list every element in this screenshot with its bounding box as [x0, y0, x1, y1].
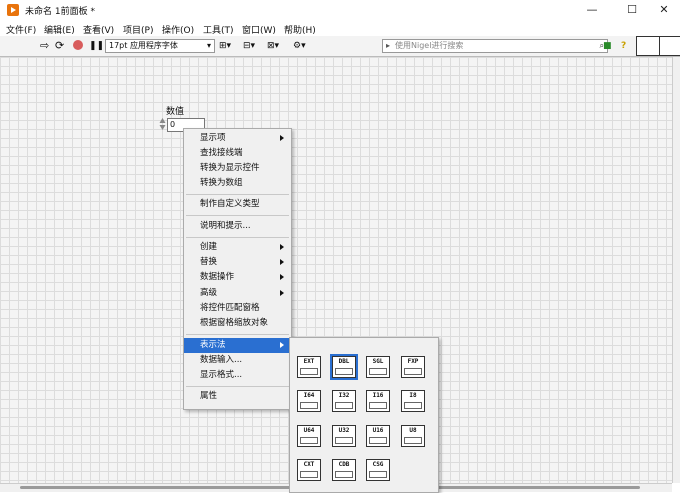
- rep-cdb-icon[interactable]: CDB: [332, 459, 356, 481]
- submenu-arrow-icon: [280, 290, 284, 296]
- minimize-button[interactable]: —: [574, 0, 610, 20]
- rep-csg-icon[interactable]: CSG: [366, 459, 390, 481]
- submenu-arrow-icon: [280, 259, 284, 265]
- submenu-arrow-icon: [280, 274, 284, 280]
- context-menu: 显示项 查找接线端 转换为显示控件 转换为数组 制作自定义类型 说明和提示...…: [183, 128, 292, 410]
- rep-u64-icon[interactable]: U64: [297, 425, 321, 447]
- abort-icon[interactable]: [73, 40, 83, 50]
- toolbar: ⇨ ⟳ ❚❚ 17pt 应用程序字体 ▾ ⊞▾ ⊟▾ ⊠▾ ⚙▾ ▸ 使用Nig…: [0, 36, 680, 57]
- menu-edit[interactable]: 编辑(E): [44, 23, 75, 36]
- run-arrow-icon[interactable]: ⇨: [40, 39, 49, 53]
- align-objects-icon[interactable]: ⊞▾: [219, 39, 231, 53]
- resize-objects-icon[interactable]: ⊠▾: [267, 39, 279, 53]
- menu-separator: [186, 334, 289, 335]
- menu-item-display-format[interactable]: 显示格式...: [184, 368, 291, 383]
- menu-item-fit-control-to-pane[interactable]: 将控件匹配窗格: [184, 301, 291, 316]
- dropdown-arrow-icon: ▾: [206, 41, 211, 50]
- distribute-objects-icon[interactable]: ⊟▾: [243, 39, 255, 53]
- vertical-scrollbar[interactable]: [672, 57, 680, 483]
- submenu-arrow-icon: [280, 135, 284, 141]
- rep-u16-icon[interactable]: U16: [366, 425, 390, 447]
- menu-item-convert-to-array[interactable]: 转换为数组: [184, 176, 291, 191]
- menu-operate[interactable]: 操作(O): [162, 23, 194, 36]
- labview-app-icon: [7, 4, 19, 16]
- menu-project[interactable]: 项目(P): [123, 23, 153, 36]
- menu-separator: [186, 194, 289, 195]
- window-title: 未命名 1前面板 *: [25, 7, 95, 17]
- rep-dbl-icon[interactable]: DBL: [330, 354, 358, 380]
- representation-palette: EXT DBL SGL FXP I64 I32 I16 I8 U64 U32 U…: [289, 337, 439, 493]
- run-continuously-icon[interactable]: ⟳: [55, 39, 64, 53]
- rep-cxt-icon[interactable]: CXT: [297, 459, 321, 481]
- menu-tools[interactable]: 工具(T): [203, 23, 234, 36]
- title-bar: 未命名 1前面板 * — ☐ ✕: [0, 0, 680, 20]
- context-help-icon[interactable]: ■: [603, 39, 612, 53]
- menu-bar: 文件(F) 编辑(E) 查看(V) 项目(P) 操作(O) 工具(T) 窗口(W…: [0, 20, 680, 36]
- menu-item-visible-items[interactable]: 显示项: [184, 131, 291, 146]
- menu-item-replace[interactable]: 替换: [184, 255, 291, 270]
- pause-icon[interactable]: ❚❚: [89, 39, 104, 53]
- rep-sgl-icon[interactable]: SGL: [366, 356, 390, 378]
- menu-file[interactable]: 文件(F): [6, 23, 36, 36]
- menu-window[interactable]: 窗口(W): [242, 23, 276, 36]
- menu-item-change-to-indicator[interactable]: 转换为显示控件: [184, 161, 291, 176]
- search-dropdown-icon[interactable]: ▸: [386, 40, 390, 52]
- menu-item-create[interactable]: 创建: [184, 240, 291, 255]
- rep-i32-icon[interactable]: I32: [332, 390, 356, 412]
- menu-item-advanced[interactable]: 高级: [184, 286, 291, 301]
- menu-separator: [186, 237, 289, 238]
- menu-item-description-tip[interactable]: 说明和提示...: [184, 219, 291, 234]
- menu-item-data-entry[interactable]: 数据输入...: [184, 353, 291, 368]
- menu-item-data-operations[interactable]: 数据操作: [184, 270, 291, 285]
- rep-fxp-icon[interactable]: FXP: [401, 356, 425, 378]
- menu-item-properties[interactable]: 属性: [184, 389, 291, 404]
- rep-i16-icon[interactable]: I16: [366, 390, 390, 412]
- search-input[interactable]: ▸ 使用Nigel进行搜索 ⌕: [382, 39, 608, 53]
- connector-pane-icon[interactable]: [659, 36, 680, 56]
- font-select-value: 17pt 应用程序字体: [109, 41, 178, 50]
- vi-icon[interactable]: [636, 36, 660, 56]
- rep-u8-icon[interactable]: U8: [401, 425, 425, 447]
- submenu-arrow-icon: [280, 244, 284, 250]
- reorder-icon[interactable]: ⚙▾: [293, 39, 306, 53]
- increment-decrement-icon[interactable]: [159, 117, 166, 131]
- menu-view[interactable]: 查看(V): [83, 23, 114, 36]
- close-button[interactable]: ✕: [646, 0, 680, 20]
- numeric-label: 数值: [166, 107, 185, 117]
- help-icon[interactable]: ?: [621, 39, 626, 53]
- menu-item-scale-with-pane[interactable]: 根据窗格缩放对象: [184, 316, 291, 331]
- search-placeholder: 使用Nigel进行搜索: [395, 41, 464, 50]
- menu-help[interactable]: 帮助(H): [284, 23, 316, 36]
- rep-i8-icon[interactable]: I8: [401, 390, 425, 412]
- rep-ext-icon[interactable]: EXT: [297, 356, 321, 378]
- submenu-arrow-icon: [280, 342, 284, 348]
- font-select[interactable]: 17pt 应用程序字体 ▾: [105, 39, 215, 53]
- menu-item-representation[interactable]: 表示法: [184, 338, 291, 353]
- menu-item-make-typedef[interactable]: 制作自定义类型: [184, 197, 291, 212]
- menu-item-find-terminal[interactable]: 查找接线端: [184, 146, 291, 161]
- menu-separator: [186, 386, 289, 387]
- rep-i64-icon[interactable]: I64: [297, 390, 321, 412]
- rep-u32-icon[interactable]: U32: [332, 425, 356, 447]
- maximize-button[interactable]: ☐: [614, 0, 650, 20]
- menu-separator: [186, 215, 289, 216]
